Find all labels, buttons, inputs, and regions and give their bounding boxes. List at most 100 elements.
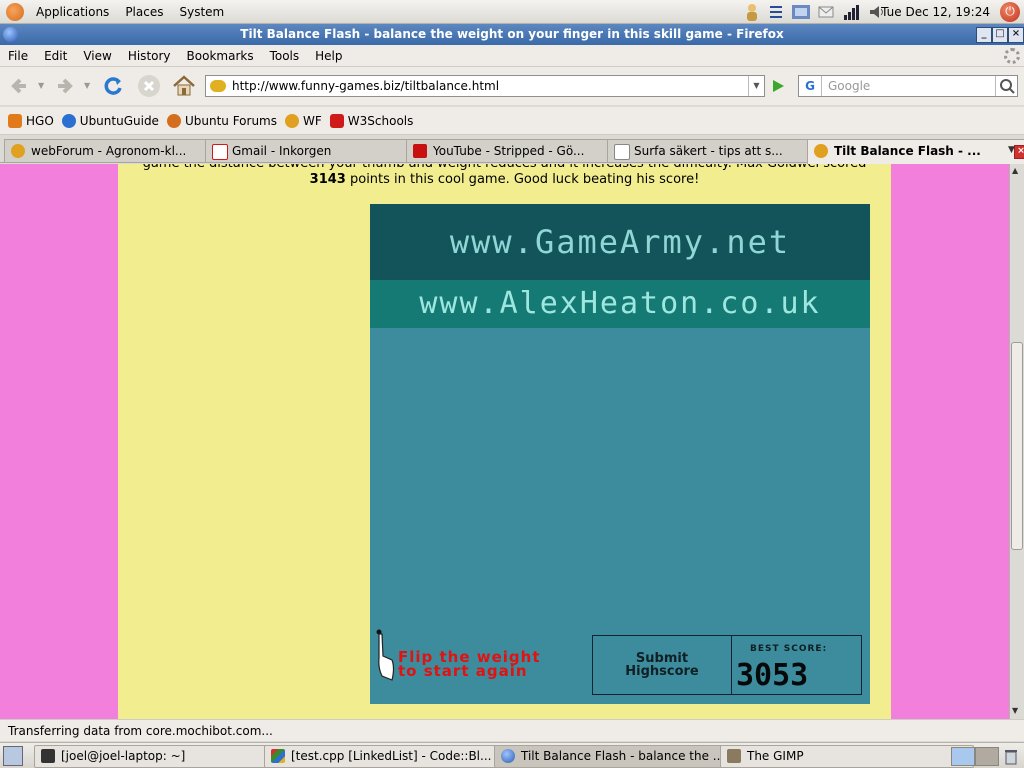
wireless-signal-icon[interactable] bbox=[842, 2, 860, 22]
bookmark-wf[interactable]: WF bbox=[285, 113, 322, 128]
close-button[interactable]: × bbox=[1008, 27, 1024, 43]
workspace-2[interactable] bbox=[975, 747, 999, 766]
places-menu[interactable]: Places bbox=[117, 0, 171, 24]
minimize-button[interactable]: _ bbox=[976, 27, 992, 43]
description-line-2: 3143 points in this cool game. Good luck… bbox=[309, 172, 700, 187]
flip-instructions: Flip the weight to start again bbox=[398, 648, 541, 680]
ubuntu-icon bbox=[166, 113, 181, 128]
forward-button[interactable] bbox=[52, 73, 78, 99]
maximize-button[interactable]: □ bbox=[992, 27, 1008, 43]
back-button[interactable] bbox=[6, 73, 32, 99]
page-content: game the distance between your thumb and… bbox=[0, 164, 1009, 719]
best-score-panel: BEST SCORE: 3053 bbox=[731, 635, 862, 695]
window-title: Tilt Balance Flash - balance the weight … bbox=[240, 27, 784, 41]
tab-webforum[interactable]: webForum - Agronom-kl... × bbox=[4, 139, 230, 162]
tab-close-icon[interactable]: × bbox=[1014, 145, 1024, 159]
menu-history[interactable]: History bbox=[120, 45, 179, 67]
tab-tilt-balance[interactable]: Tilt Balance Flash - ... × bbox=[807, 139, 1024, 164]
hgo-icon bbox=[8, 113, 22, 128]
go-button[interactable] bbox=[768, 76, 788, 96]
scrollbar-thumb[interactable] bbox=[1011, 342, 1023, 550]
task-codeblocks[interactable]: [test.cpp [LinkedList] - Code::Bl... bbox=[264, 745, 518, 768]
system-menu[interactable]: System bbox=[171, 0, 232, 24]
menubar: File Edit View History Bookmarks Tools H… bbox=[0, 45, 1024, 67]
menu-help[interactable]: Help bbox=[307, 45, 350, 67]
webforum-icon bbox=[11, 144, 25, 158]
gnome-foot-icon[interactable] bbox=[6, 2, 24, 21]
terminal-icon bbox=[41, 749, 55, 763]
content-column: game the distance between your thumb and… bbox=[118, 164, 891, 719]
best-score-value: 3053 bbox=[736, 658, 809, 693]
url-bar[interactable]: http://www.funny-games.biz/tiltbalance.h… bbox=[205, 75, 765, 97]
home-button[interactable] bbox=[171, 73, 197, 99]
throbber-icon bbox=[1004, 48, 1020, 64]
description-line-1: game the distance between your thumb and… bbox=[118, 164, 891, 172]
game-description: game the distance between your thumb and… bbox=[118, 164, 891, 188]
status-text: Transferring data from core.mochibot.com… bbox=[8, 724, 273, 738]
flash-game[interactable]: www.GameArmy.net www.AlexHeaton.co.uk Fl… bbox=[370, 204, 870, 704]
menu-tools[interactable]: Tools bbox=[262, 45, 308, 67]
best-score-label: BEST SCORE: bbox=[750, 644, 828, 654]
workspace-1[interactable] bbox=[951, 747, 975, 766]
status-bar: Transferring data from core.mochibot.com… bbox=[0, 719, 1024, 741]
mail-icon[interactable] bbox=[818, 2, 834, 22]
network-manager-icon[interactable] bbox=[790, 2, 812, 22]
site-icon bbox=[210, 80, 226, 92]
tab-gmail[interactable]: Gmail - Inkorgen × bbox=[205, 139, 431, 162]
reload-button[interactable] bbox=[100, 73, 126, 99]
power-icon[interactable]: ⏻ bbox=[1000, 2, 1020, 22]
w3schools-icon bbox=[329, 113, 344, 128]
submit-highscore-button[interactable]: Submit Highscore bbox=[592, 635, 732, 695]
hand-icon bbox=[376, 629, 395, 681]
vertical-scrollbar[interactable]: ▲ ▼ bbox=[1009, 164, 1024, 719]
gmail-icon bbox=[212, 144, 228, 160]
search-bar[interactable]: G Google bbox=[798, 75, 1018, 97]
tab-surfa[interactable]: Surfa säkert - tips att s... × bbox=[607, 139, 833, 162]
gamearmy-banner[interactable]: www.GameArmy.net bbox=[370, 204, 870, 280]
bookmark-ubuntuguide[interactable]: UbuntuGuide bbox=[61, 113, 159, 128]
search-icon[interactable] bbox=[995, 76, 1017, 96]
scroll-up-icon[interactable]: ▲ bbox=[1012, 166, 1018, 175]
scroll-down-icon[interactable]: ▼ bbox=[1012, 706, 1018, 715]
page-icon bbox=[614, 144, 630, 160]
google-engine-icon[interactable]: G bbox=[799, 76, 822, 96]
tab-bar: webForum - Agronom-kl... × Gmail - Inkor… bbox=[0, 137, 1024, 164]
task-gimp[interactable]: The GIMP bbox=[720, 745, 974, 768]
search-placeholder[interactable]: Google bbox=[822, 79, 870, 93]
applications-menu[interactable]: Applications bbox=[28, 0, 117, 24]
menu-bookmarks[interactable]: Bookmarks bbox=[179, 45, 262, 67]
youtube-icon bbox=[413, 144, 427, 158]
menu-view[interactable]: View bbox=[75, 45, 119, 67]
menu-file[interactable]: File bbox=[0, 45, 36, 67]
url-text[interactable]: http://www.funny-games.biz/tiltbalance.h… bbox=[232, 79, 499, 93]
codeblocks-icon bbox=[271, 749, 285, 763]
clock[interactable]: Tue Dec 12, 19:24 bbox=[881, 0, 990, 24]
bottom-panel: [joel@joel-laptop: ~] [test.cpp [LinkedL… bbox=[0, 742, 1024, 768]
bookmark-w3schools[interactable]: W3Schools bbox=[329, 113, 413, 128]
back-history-icon[interactable]: ▼ bbox=[38, 81, 44, 90]
alexheaton-banner[interactable]: www.AlexHeaton.co.uk bbox=[370, 280, 870, 328]
stop-button[interactable] bbox=[136, 73, 162, 99]
info-icon bbox=[61, 113, 76, 128]
user-icon[interactable] bbox=[744, 2, 760, 22]
trash-icon[interactable] bbox=[1002, 747, 1020, 765]
tab-list-icon[interactable]: ▼ bbox=[1008, 145, 1015, 155]
funny-games-icon bbox=[814, 144, 828, 158]
firefox-icon[interactable] bbox=[3, 27, 18, 42]
list-icon[interactable] bbox=[768, 2, 784, 22]
task-terminal[interactable]: [joel@joel-laptop: ~] bbox=[34, 745, 288, 768]
max-score: 3143 bbox=[309, 172, 346, 187]
window-titlebar[interactable]: Tilt Balance Flash - balance the weight … bbox=[0, 24, 1024, 45]
menu-edit[interactable]: Edit bbox=[36, 45, 75, 67]
wf-icon bbox=[285, 113, 299, 128]
top-panel: Applications Places System Tue Dec 12, 1… bbox=[0, 0, 1024, 24]
show-desktop-icon[interactable] bbox=[3, 746, 23, 766]
bookmarks-toolbar: HGO UbuntuGuide Ubuntu Forums WF W3Schoo… bbox=[0, 107, 1024, 135]
tab-youtube[interactable]: YouTube - Stripped - Gö... × bbox=[406, 139, 632, 162]
url-dropdown-icon[interactable]: ▼ bbox=[748, 76, 764, 96]
task-firefox[interactable]: Tilt Balance Flash - balance the ... bbox=[494, 745, 746, 768]
bookmark-hgo[interactable]: HGO bbox=[8, 113, 54, 128]
forward-history-icon[interactable]: ▼ bbox=[84, 81, 90, 90]
gimp-icon bbox=[727, 749, 741, 763]
bookmark-ubuntu-forums[interactable]: Ubuntu Forums bbox=[166, 113, 277, 128]
